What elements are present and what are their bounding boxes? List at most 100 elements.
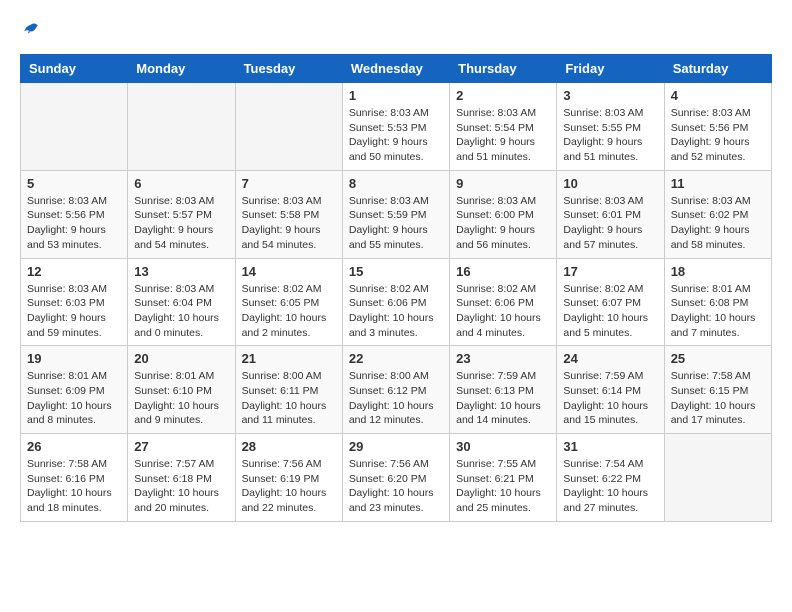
week-row-2: 5 Sunrise: 8:03 AM Sunset: 5:56 PM Daylig…	[21, 170, 772, 258]
header-friday: Friday	[557, 55, 664, 83]
day-number: 9	[456, 176, 550, 191]
day-number: 5	[27, 176, 121, 191]
day-info: Sunrise: 7:58 AM Sunset: 6:15 PM Dayligh…	[671, 369, 765, 428]
calendar-cell: 27Sunrise: 7:57 AM Sunset: 6:18 PM Dayli…	[128, 434, 235, 522]
calendar-cell	[235, 83, 342, 171]
day-number: 3	[563, 88, 657, 103]
day-number: 11	[671, 176, 765, 191]
week-row-3: 12 Sunrise: 8:03 AM Sunset: 6:03 PM Dayli…	[21, 258, 772, 346]
calendar-cell: 28Sunrise: 7:56 AM Sunset: 6:19 PM Dayli…	[235, 434, 342, 522]
calendar-cell: 13 Sunrise: 8:03 AM Sunset: 6:04 PM Dayli…	[128, 258, 235, 346]
day-number: 4	[671, 88, 765, 103]
header-wednesday: Wednesday	[342, 55, 449, 83]
day-info: Sunrise: 8:03 AM Sunset: 6:03 PM Dayligh…	[27, 282, 121, 341]
day-number: 24	[563, 351, 657, 366]
day-info: Sunrise: 8:03 AM Sunset: 6:04 PM Dayligh…	[134, 282, 228, 341]
day-number: 21	[242, 351, 336, 366]
calendar-cell: 10 Sunrise: 8:03 AM Sunset: 6:01 PM Dayli…	[557, 170, 664, 258]
day-number: 10	[563, 176, 657, 191]
page-header	[20, 20, 772, 38]
calendar-cell	[664, 434, 771, 522]
day-info: Sunrise: 7:57 AM Sunset: 6:18 PM Dayligh…	[134, 457, 228, 516]
day-info: Sunrise: 8:01 AM Sunset: 6:10 PM Dayligh…	[134, 369, 228, 428]
calendar-cell: 30Sunrise: 7:55 AM Sunset: 6:21 PM Dayli…	[450, 434, 557, 522]
day-number: 6	[134, 176, 228, 191]
day-info: Sunrise: 8:02 AM Sunset: 6:07 PM Dayligh…	[563, 282, 657, 341]
day-number: 17	[563, 264, 657, 279]
day-info: Sunrise: 8:03 AM Sunset: 5:55 PM Dayligh…	[563, 106, 657, 165]
calendar-cell: 23 Sunrise: 7:59 AM Sunset: 6:13 PM Dayli…	[450, 346, 557, 434]
day-number: 15	[349, 264, 443, 279]
calendar-cell: 8 Sunrise: 8:03 AM Sunset: 5:59 PM Daylig…	[342, 170, 449, 258]
day-info: Sunrise: 8:03 AM Sunset: 6:01 PM Dayligh…	[563, 194, 657, 253]
day-number: 19	[27, 351, 121, 366]
day-number: 28	[242, 439, 336, 454]
day-info: Sunrise: 8:03 AM Sunset: 5:56 PM Dayligh…	[27, 194, 121, 253]
calendar-cell	[128, 83, 235, 171]
calendar-cell: 15 Sunrise: 8:02 AM Sunset: 6:06 PM Dayli…	[342, 258, 449, 346]
calendar-cell: 24Sunrise: 7:59 AM Sunset: 6:14 PM Dayli…	[557, 346, 664, 434]
day-info: Sunrise: 8:03 AM Sunset: 5:59 PM Dayligh…	[349, 194, 443, 253]
calendar-cell: 26 Sunrise: 7:58 AM Sunset: 6:16 PM Dayli…	[21, 434, 128, 522]
calendar-cell: 18Sunrise: 8:01 AM Sunset: 6:08 PM Dayli…	[664, 258, 771, 346]
calendar-cell: 29 Sunrise: 7:56 AM Sunset: 6:20 PM Dayli…	[342, 434, 449, 522]
calendar-cell: 2Sunrise: 8:03 AM Sunset: 5:54 PM Daylig…	[450, 83, 557, 171]
day-number: 1	[349, 88, 443, 103]
header-thursday: Thursday	[450, 55, 557, 83]
calendar-cell: 31 Sunrise: 7:54 AM Sunset: 6:22 PM Dayli…	[557, 434, 664, 522]
calendar-header-row: SundayMondayTuesdayWednesdayThursdayFrid…	[21, 55, 772, 83]
calendar-cell: 7 Sunrise: 8:03 AM Sunset: 5:58 PM Daylig…	[235, 170, 342, 258]
calendar-cell: 25 Sunrise: 7:58 AM Sunset: 6:15 PM Dayli…	[664, 346, 771, 434]
day-number: 13	[134, 264, 228, 279]
calendar-cell: 17 Sunrise: 8:02 AM Sunset: 6:07 PM Dayli…	[557, 258, 664, 346]
header-monday: Monday	[128, 55, 235, 83]
day-info: Sunrise: 8:03 AM Sunset: 6:02 PM Dayligh…	[671, 194, 765, 253]
day-number: 7	[242, 176, 336, 191]
day-number: 26	[27, 439, 121, 454]
calendar-table: SundayMondayTuesdayWednesdayThursdayFrid…	[20, 54, 772, 522]
calendar-cell: 20 Sunrise: 8:01 AM Sunset: 6:10 PM Dayli…	[128, 346, 235, 434]
day-info: Sunrise: 7:56 AM Sunset: 6:20 PM Dayligh…	[349, 457, 443, 516]
calendar-cell: 22 Sunrise: 8:00 AM Sunset: 6:12 PM Dayli…	[342, 346, 449, 434]
day-number: 25	[671, 351, 765, 366]
day-info: Sunrise: 7:58 AM Sunset: 6:16 PM Dayligh…	[27, 457, 121, 516]
day-info: Sunrise: 8:03 AM Sunset: 5:53 PM Dayligh…	[349, 106, 443, 165]
day-info: Sunrise: 8:03 AM Sunset: 5:58 PM Dayligh…	[242, 194, 336, 253]
day-number: 23	[456, 351, 550, 366]
calendar-cell: 6 Sunrise: 8:03 AM Sunset: 5:57 PM Daylig…	[128, 170, 235, 258]
week-row-5: 26 Sunrise: 7:58 AM Sunset: 6:16 PM Dayli…	[21, 434, 772, 522]
day-info: Sunrise: 8:00 AM Sunset: 6:12 PM Dayligh…	[349, 369, 443, 428]
day-number: 29	[349, 439, 443, 454]
calendar-cell: 16Sunrise: 8:02 AM Sunset: 6:06 PM Dayli…	[450, 258, 557, 346]
day-number: 31	[563, 439, 657, 454]
header-saturday: Saturday	[664, 55, 771, 83]
day-number: 12	[27, 264, 121, 279]
day-number: 22	[349, 351, 443, 366]
day-info: Sunrise: 7:59 AM Sunset: 6:13 PM Dayligh…	[456, 369, 550, 428]
logo	[20, 20, 40, 38]
day-info: Sunrise: 7:54 AM Sunset: 6:22 PM Dayligh…	[563, 457, 657, 516]
calendar-cell: 11 Sunrise: 8:03 AM Sunset: 6:02 PM Dayli…	[664, 170, 771, 258]
day-number: 2	[456, 88, 550, 103]
calendar-cell: 21 Sunrise: 8:00 AM Sunset: 6:11 PM Dayli…	[235, 346, 342, 434]
day-number: 14	[242, 264, 336, 279]
calendar-cell: 3 Sunrise: 8:03 AM Sunset: 5:55 PM Daylig…	[557, 83, 664, 171]
calendar-cell: 5 Sunrise: 8:03 AM Sunset: 5:56 PM Daylig…	[21, 170, 128, 258]
calendar-cell: 9 Sunrise: 8:03 AM Sunset: 6:00 PM Daylig…	[450, 170, 557, 258]
calendar-cell: 19Sunrise: 8:01 AM Sunset: 6:09 PM Dayli…	[21, 346, 128, 434]
day-info: Sunrise: 8:03 AM Sunset: 6:00 PM Dayligh…	[456, 194, 550, 253]
week-row-4: 19Sunrise: 8:01 AM Sunset: 6:09 PM Dayli…	[21, 346, 772, 434]
day-info: Sunrise: 8:00 AM Sunset: 6:11 PM Dayligh…	[242, 369, 336, 428]
calendar-cell: 14Sunrise: 8:02 AM Sunset: 6:05 PM Dayli…	[235, 258, 342, 346]
day-info: Sunrise: 8:02 AM Sunset: 6:06 PM Dayligh…	[349, 282, 443, 341]
day-info: Sunrise: 8:03 AM Sunset: 5:57 PM Dayligh…	[134, 194, 228, 253]
day-number: 18	[671, 264, 765, 279]
day-number: 20	[134, 351, 228, 366]
day-number: 8	[349, 176, 443, 191]
calendar-cell	[21, 83, 128, 171]
week-row-1: 1 Sunrise: 8:03 AM Sunset: 5:53 PM Daylig…	[21, 83, 772, 171]
calendar-cell: 4Sunrise: 8:03 AM Sunset: 5:56 PM Daylig…	[664, 83, 771, 171]
day-number: 16	[456, 264, 550, 279]
header-sunday: Sunday	[21, 55, 128, 83]
logo-bird-icon	[22, 20, 40, 38]
